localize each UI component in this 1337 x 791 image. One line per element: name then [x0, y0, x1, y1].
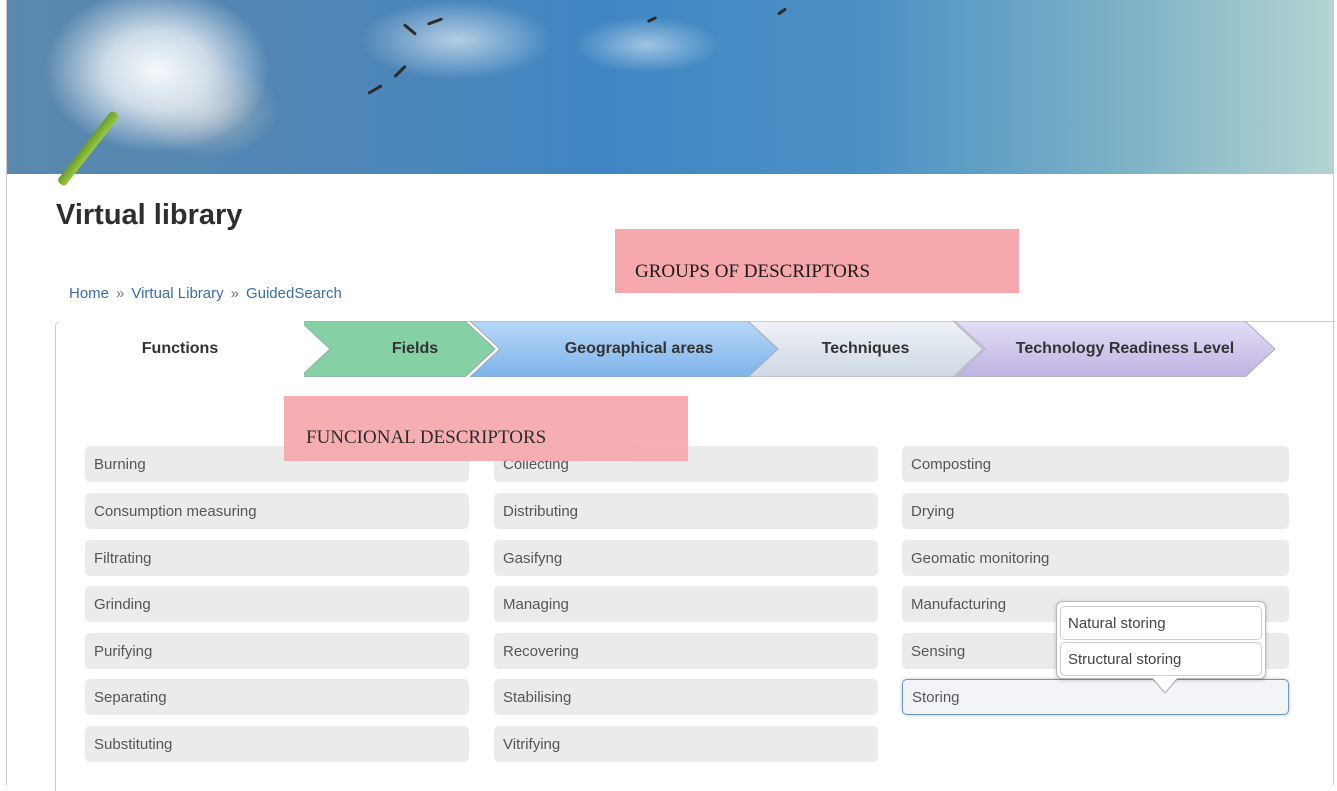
seed-decoration	[777, 7, 787, 16]
tab-geographical-areas[interactable]: Geographical areas	[500, 321, 778, 377]
descriptor-item[interactable]: Gasifyng	[494, 540, 878, 576]
breadcrumb-separator: »	[230, 285, 239, 302]
annotation-groups-of-descriptors: GROUPS OF DESCRIPTORS	[615, 229, 1019, 293]
seed-decoration	[402, 23, 418, 36]
breadcrumb-guided-search[interactable]: GuidedSearch	[246, 285, 342, 302]
popup-pointer-inner	[1152, 677, 1178, 692]
breadcrumb-home[interactable]: Home	[69, 285, 109, 302]
breadcrumb-virtual-library[interactable]: Virtual Library	[131, 285, 223, 302]
descriptor-item[interactable]: Purifying	[85, 633, 469, 669]
seed-decoration	[393, 64, 407, 79]
descriptor-item[interactable]: Stabilising	[494, 679, 878, 715]
descriptor-item[interactable]: Recovering	[494, 633, 878, 669]
descriptor-item[interactable]: Drying	[902, 493, 1289, 529]
seed-decoration	[646, 16, 658, 23]
descriptor-item[interactable]: Vitrifying	[494, 726, 878, 762]
descriptor-item[interactable]: Filtrating	[85, 540, 469, 576]
annotation-functional-descriptors: FUNCIONAL DESCRIPTORS	[284, 396, 688, 461]
tab-techniques[interactable]: Techniques	[778, 321, 953, 377]
submenu-option-structural-storing[interactable]: Structural storing	[1060, 642, 1262, 676]
dandelion-stem	[56, 110, 120, 188]
page-title: Virtual library	[56, 199, 243, 231]
descriptor-item[interactable]: Separating	[85, 679, 469, 715]
header-banner	[7, 0, 1333, 188]
descriptor-item[interactable]: Distributing	[494, 493, 878, 529]
descriptor-item[interactable]: Substituting	[85, 726, 469, 762]
descriptor-item[interactable]: Composting	[902, 446, 1289, 482]
submenu-option-natural-storing[interactable]: Natural storing	[1060, 606, 1262, 640]
descriptor-item[interactable]: Geomatic monitoring	[902, 540, 1289, 576]
descriptor-item[interactable]: Grinding	[85, 586, 469, 622]
descriptor-item-storing-selected[interactable]: Storing	[902, 679, 1289, 715]
tab-functions[interactable]: Functions	[56, 321, 304, 377]
storing-submenu: Natural storing Structural storing	[1056, 601, 1266, 679]
seed-decoration	[426, 17, 444, 26]
breadcrumb: Home » Virtual Library » GuidedSearch	[69, 285, 342, 302]
descriptor-item[interactable]: Consumption measuring	[85, 493, 469, 529]
tab-fields[interactable]: Fields	[330, 321, 500, 377]
seed-decoration	[367, 84, 383, 95]
breadcrumb-separator: »	[116, 285, 125, 302]
descriptor-item[interactable]: Managing	[494, 586, 878, 622]
tab-technology-readiness-level[interactable]: Technology Readiness Level	[985, 321, 1265, 377]
